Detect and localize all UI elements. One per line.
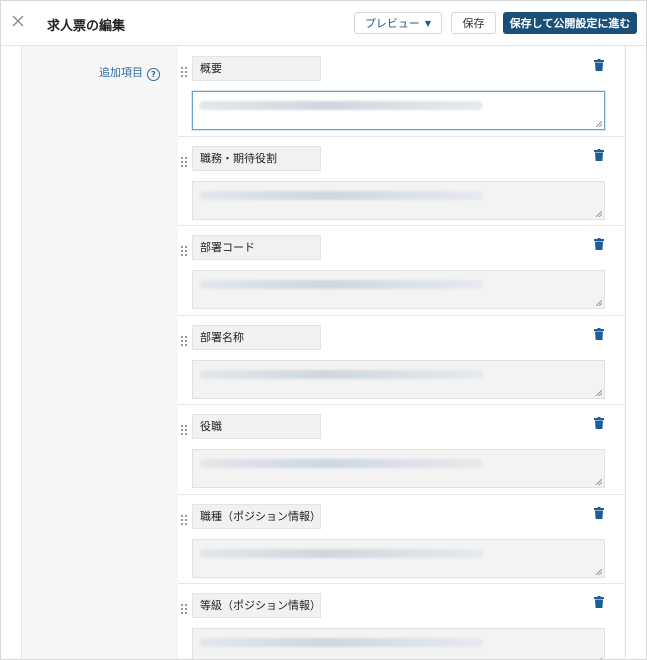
trash-icon[interactable]: [594, 146, 604, 161]
redacted-text: [199, 191, 483, 200]
field-item: 等級（ポジション情報）: [178, 583, 624, 659]
trash-icon[interactable]: [594, 235, 604, 250]
field-name: 役職: [192, 414, 321, 439]
field-name: 職種（ポジション情報）: [192, 504, 321, 529]
resize-grip-icon[interactable]: [596, 121, 602, 127]
item-divider: [178, 315, 624, 316]
field-textarea[interactable]: [192, 360, 605, 399]
drag-handle-icon[interactable]: [181, 604, 188, 614]
field-name: 部署コード: [192, 235, 321, 260]
resize-grip-icon[interactable]: [596, 300, 602, 306]
item-divider: [178, 225, 624, 226]
resize-grip-icon[interactable]: [596, 569, 602, 575]
resize-grip-icon[interactable]: [596, 479, 602, 485]
field-textarea[interactable]: [192, 449, 605, 488]
editor-window: 求人票の編集 プレビュー ▼ 保存 保存して公開設定に進む 追加項目? 概要職務・…: [0, 0, 647, 660]
save-and-publish-button[interactable]: 保存して公開設定に進む: [503, 12, 637, 34]
preview-button[interactable]: プレビュー ▼: [354, 12, 442, 34]
redacted-text: [199, 459, 483, 468]
drag-handle-icon[interactable]: [181, 336, 188, 346]
trash-icon[interactable]: [594, 325, 604, 340]
field-item: 部署コード: [178, 225, 624, 315]
field-item: 職務・期待役割: [178, 136, 624, 226]
drag-handle-icon[interactable]: [181, 67, 188, 77]
header-bar: 求人票の編集 プレビュー ▼ 保存 保存して公開設定に進む: [1, 1, 646, 46]
drag-handle-icon[interactable]: [181, 515, 188, 525]
redacted-text: [199, 549, 483, 558]
trash-icon[interactable]: [594, 56, 604, 71]
close-icon[interactable]: [11, 14, 27, 30]
field-textarea[interactable]: [192, 181, 605, 220]
item-divider: [178, 404, 624, 405]
field-name: 概要: [192, 56, 321, 81]
redacted-text: [199, 101, 483, 110]
add-items-label: 追加項目?: [99, 64, 160, 81]
field-textarea[interactable]: [192, 91, 605, 130]
field-name: 職務・期待役割: [192, 146, 321, 171]
field-item: 部署名称: [178, 315, 624, 405]
field-name: 部署名称: [192, 325, 321, 350]
field-item: 職種（ポジション情報）: [178, 494, 624, 584]
resize-grip-icon[interactable]: [596, 211, 602, 217]
help-icon[interactable]: ?: [147, 68, 160, 81]
redacted-text: [199, 370, 483, 379]
redacted-text: [199, 280, 483, 289]
drag-handle-icon[interactable]: [181, 246, 188, 256]
drag-handle-icon[interactable]: [181, 425, 188, 435]
item-divider: [178, 494, 624, 495]
chevron-down-icon: ▼: [424, 19, 432, 28]
trash-icon[interactable]: [594, 504, 604, 519]
redacted-text: [199, 638, 483, 647]
preview-button-label: プレビュー: [364, 17, 420, 30]
field-name: 等級（ポジション情報）: [192, 593, 321, 618]
drag-handle-icon[interactable]: [181, 157, 188, 167]
save-button[interactable]: 保存: [451, 12, 496, 34]
resize-grip-icon[interactable]: [596, 390, 602, 396]
form-content: 追加項目? 概要職務・期待役割 部署コード部署名称役職職種（ポジション情報） 等級（…: [1, 46, 646, 659]
field-item: 概要: [178, 46, 624, 136]
field-textarea[interactable]: [192, 628, 605, 659]
item-divider: [178, 583, 624, 584]
field-textarea[interactable]: [192, 270, 605, 309]
field-textarea[interactable]: [192, 539, 605, 578]
item-divider: [178, 136, 624, 137]
add-items-text: 追加項目: [99, 66, 143, 79]
trash-icon[interactable]: [594, 593, 604, 608]
field-item: 役職: [178, 404, 624, 494]
trash-icon[interactable]: [594, 414, 604, 429]
page-title: 求人票の編集: [47, 19, 126, 34]
